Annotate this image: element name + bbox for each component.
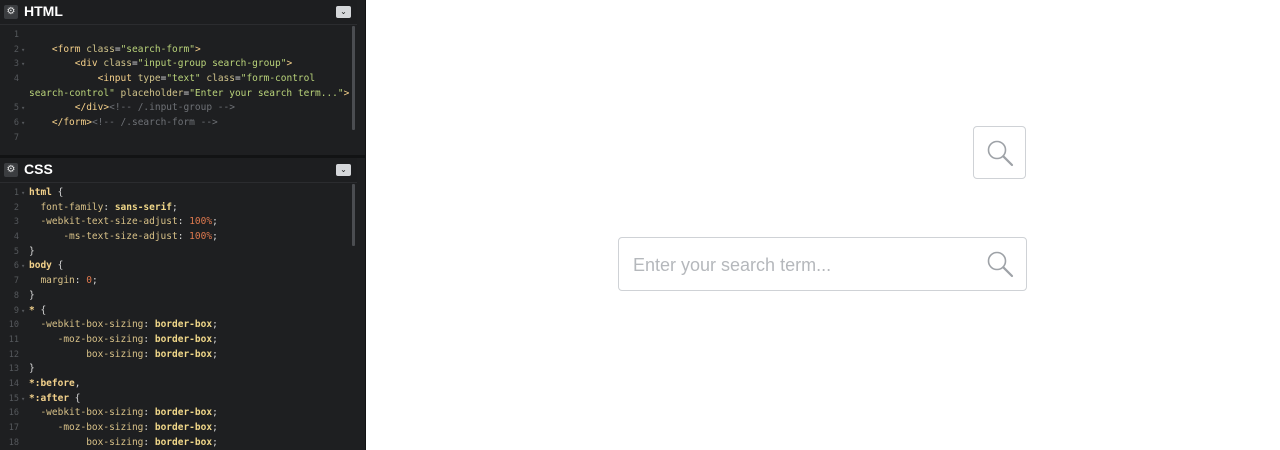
css-pane: ⚙ CSS ⌄ 1 ▾ html { 2 font-family: sans-ser… xyxy=(0,158,357,450)
search-icon[interactable] xyxy=(986,250,1014,278)
code-line: 6 ▾ </form><!-- /.search-form --> xyxy=(13,117,218,129)
search-input[interactable] xyxy=(631,246,975,284)
code-line: 2 ▾ <form class="search-form"> xyxy=(13,43,201,55)
gear-icon[interactable]: ⚙ xyxy=(4,163,18,177)
code-line: 7 xyxy=(13,132,19,143)
code-line: 4 <input type="text" class="form-control xyxy=(13,73,316,85)
search-group xyxy=(618,237,1027,291)
css-pane-title: CSS xyxy=(24,161,53,177)
code-line: 3 ▾ <div class="input-group search-group"… xyxy=(13,58,293,70)
code-line: search-control" placeholder="Enter your … xyxy=(29,87,350,99)
code-line: 5 ▾ </div><!-- /.input-group --> xyxy=(13,102,235,114)
search-button-collapsed[interactable] xyxy=(973,126,1026,179)
html-pane-header: ⚙ HTML ⌄ xyxy=(0,0,357,25)
gear-icon[interactable]: ⚙ xyxy=(4,5,18,19)
code-editor: ⚙ HTML ⌄ 1 2 ▾ <form class="search-form">… xyxy=(0,0,366,450)
css-code[interactable]: 1 ▾ html { 2 font-family: sans-serif; 3 -w… xyxy=(0,186,357,450)
preview-pane xyxy=(366,0,1280,450)
css-pane-header: ⚙ CSS ⌄ xyxy=(0,158,357,183)
search-icon xyxy=(987,140,1014,167)
chevron-down-icon[interactable]: ⌄ xyxy=(336,164,351,176)
chevron-down-icon[interactable]: ⌄ xyxy=(336,6,351,18)
html-pane-title: HTML xyxy=(24,3,63,19)
css-scrollbar[interactable] xyxy=(352,184,355,246)
html-pane: ⚙ HTML ⌄ 1 2 ▾ <form class="search-form">… xyxy=(0,0,357,155)
code-line: 1 xyxy=(13,30,19,40)
html-scrollbar[interactable] xyxy=(352,26,355,130)
html-code[interactable]: 1 2 ▾ <form class="search-form"> 3 ▾ <div … xyxy=(0,28,357,155)
